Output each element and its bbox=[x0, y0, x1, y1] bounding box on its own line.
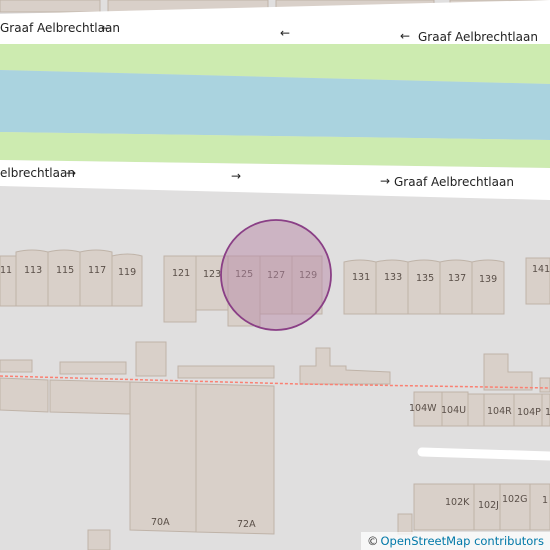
building bbox=[177, 365, 275, 379]
location-highlight-circle[interactable] bbox=[220, 219, 332, 331]
house-number: 102J bbox=[478, 500, 499, 511]
building bbox=[135, 341, 167, 377]
house-number: 135 bbox=[416, 273, 434, 284]
building bbox=[59, 361, 127, 375]
house-number: 139 bbox=[479, 274, 497, 285]
building bbox=[343, 259, 377, 315]
house-number: 137 bbox=[448, 273, 466, 284]
house-number: 131 bbox=[352, 272, 370, 283]
building bbox=[87, 529, 111, 550]
map-canvas[interactable]: Graaf Aelbrechtlaan ← ← ← Graaf Aelbrech… bbox=[0, 0, 550, 550]
house-number: 102K bbox=[445, 497, 470, 508]
building bbox=[397, 513, 413, 535]
building bbox=[0, 377, 49, 413]
map-attribution: © OpenStreetMap contributors bbox=[360, 532, 550, 550]
building bbox=[539, 377, 550, 393]
map-view[interactable]: Graaf Aelbrechtlaan ← ← ← Graaf Aelbrech… bbox=[0, 0, 550, 550]
house-number: 72A bbox=[237, 519, 256, 530]
house-number: 141 bbox=[532, 264, 550, 275]
house-number: 113 bbox=[24, 265, 42, 276]
building bbox=[15, 249, 49, 307]
building bbox=[0, 359, 33, 373]
house-row-102: 102K 102J 102G 1 bbox=[413, 483, 550, 531]
house-number: 119 bbox=[118, 267, 136, 278]
building bbox=[0, 0, 101, 13]
arrow-right-icon: → bbox=[66, 166, 76, 180]
house-number: 104R bbox=[487, 406, 512, 417]
arrow-right-icon: → bbox=[231, 169, 241, 183]
house-number: 115 bbox=[56, 265, 74, 276]
building bbox=[439, 259, 473, 315]
building bbox=[79, 249, 113, 307]
house-number: 117 bbox=[88, 265, 106, 276]
service-road bbox=[417, 447, 550, 461]
house-number: 104U bbox=[441, 405, 466, 416]
street-label-south-left: elbrechtlaan bbox=[0, 166, 75, 180]
building bbox=[49, 379, 131, 415]
openstreetmap-contributors-link[interactable]: OpenStreetMap contributors bbox=[380, 534, 544, 548]
building bbox=[375, 259, 409, 315]
house-number: 1 bbox=[542, 495, 548, 506]
house-number: 70A bbox=[151, 517, 170, 528]
arrow-left-icon: ← bbox=[400, 29, 410, 43]
arrow-left-icon: ← bbox=[101, 21, 111, 35]
house-row-104: 104W 104U 104R 104P 1 bbox=[409, 391, 550, 427]
copyright-symbol: © bbox=[366, 534, 379, 548]
house-number: 11 bbox=[0, 265, 12, 276]
building bbox=[471, 259, 505, 315]
building bbox=[195, 383, 275, 535]
street-label-north-right: Graaf Aelbrechtlaan bbox=[418, 30, 538, 44]
house-number: 121 bbox=[172, 268, 190, 279]
house-number: 104W bbox=[409, 403, 437, 414]
arrow-left-icon: ← bbox=[280, 26, 290, 40]
building bbox=[111, 253, 143, 307]
house-number: 123 bbox=[203, 269, 221, 280]
house-number: 1 bbox=[545, 407, 550, 418]
building bbox=[47, 249, 81, 307]
arrow-right-icon: → bbox=[380, 174, 390, 188]
street-label-south-right: Graaf Aelbrechtlaan bbox=[394, 175, 514, 189]
house-number: 104P bbox=[517, 407, 541, 418]
house-number: 133 bbox=[384, 272, 402, 283]
building bbox=[163, 255, 197, 323]
building bbox=[407, 259, 441, 315]
building bbox=[129, 381, 197, 533]
building bbox=[467, 393, 485, 427]
house-number: 102G bbox=[502, 494, 528, 505]
building bbox=[0, 255, 17, 307]
